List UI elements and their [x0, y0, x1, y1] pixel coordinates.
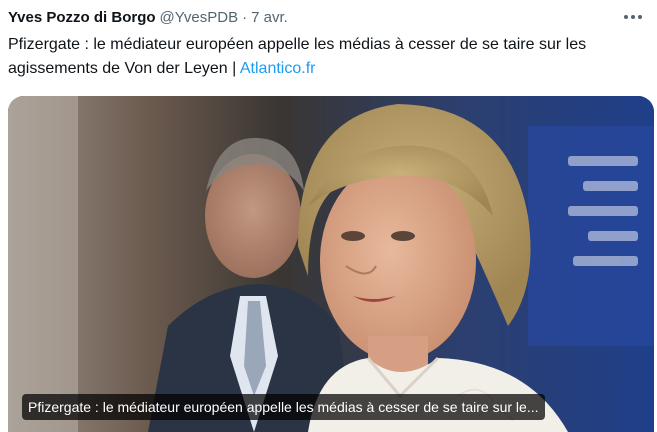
separator-dot: ·: [242, 8, 248, 26]
tweet-link[interactable]: Atlantico.fr: [240, 60, 316, 77]
card-caption: Pfizergate : le médiateur européen appel…: [22, 394, 545, 420]
author-handle[interactable]: @YvesPDB: [160, 9, 239, 26]
tweet-header: Yves Pozzo di Borgo @YvesPDB · 7 avr.: [8, 6, 649, 28]
more-horizontal-icon[interactable]: [621, 6, 645, 28]
more-dots-graphic: [624, 15, 642, 19]
tweet-timestamp[interactable]: 7 avr.: [251, 9, 288, 26]
author-name[interactable]: Yves Pozzo di Borgo: [8, 9, 156, 26]
link-preview-card[interactable]: Pfizergate : le médiateur européen appel…: [8, 96, 654, 432]
preview-image: [8, 96, 654, 432]
tweet-text: Pfizergate : le médiateur européen appel…: [8, 33, 638, 81]
